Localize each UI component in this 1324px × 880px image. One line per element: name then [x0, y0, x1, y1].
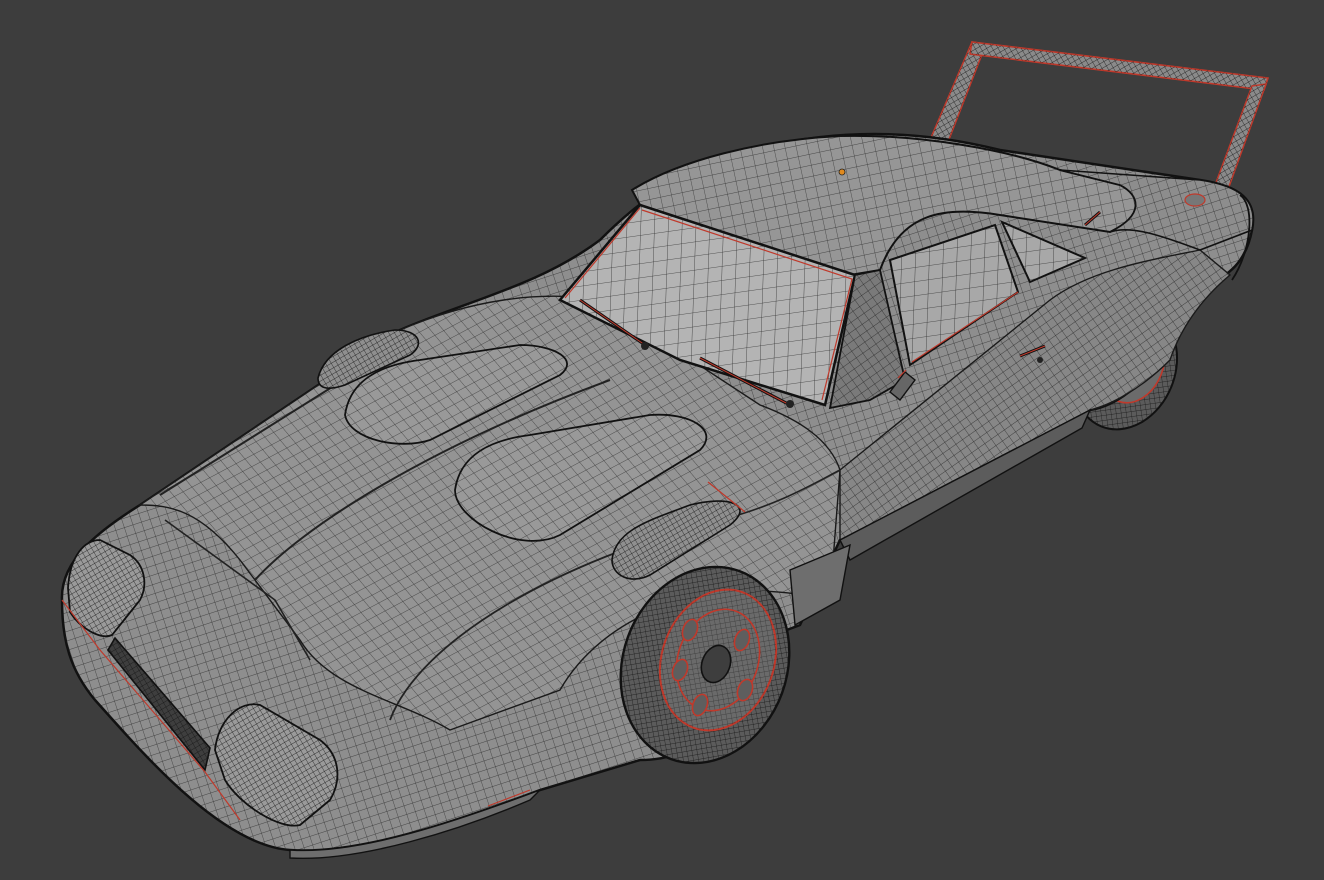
3d-viewport[interactable] [0, 0, 1324, 880]
car-wireframe-model[interactable] [0, 0, 1324, 880]
origin-point [838, 168, 846, 176]
